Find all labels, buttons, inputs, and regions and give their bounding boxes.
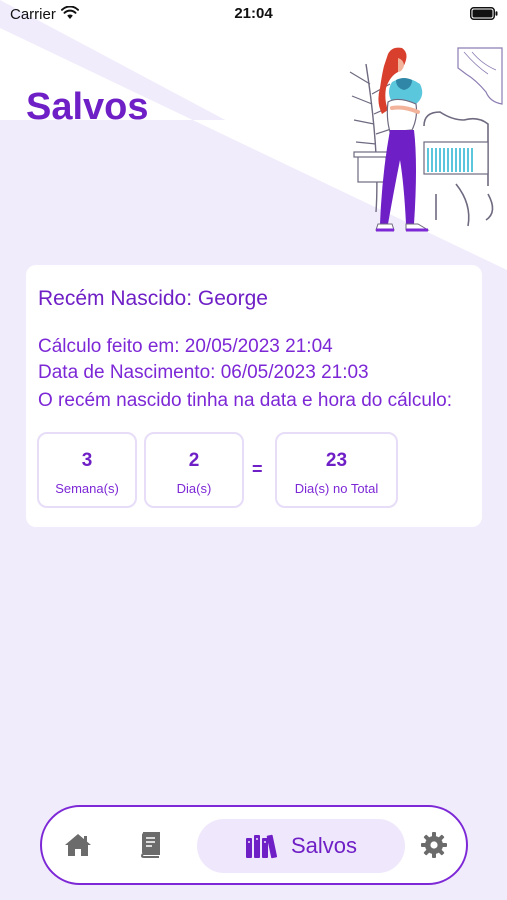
home-icon	[65, 834, 91, 856]
tab-saved[interactable]: Salvos	[197, 819, 405, 873]
tab-home[interactable]	[58, 807, 98, 883]
battery-icon	[470, 7, 498, 25]
total-days-stat: 23 Dia(s) no Total	[275, 432, 398, 508]
tab-bar: Salvos	[40, 805, 468, 885]
days-stat: 2 Dia(s)	[144, 432, 244, 508]
status-bar: Carrier 21:04	[0, 0, 507, 28]
status-time: 21:04	[234, 5, 273, 22]
age-summary-label: O recém nascido tinha na data e hora do …	[38, 390, 453, 411]
calculation-date: Cálculo feito em: 20/05/2023 21:04	[38, 336, 333, 357]
gear-icon	[421, 832, 447, 858]
tab-guide[interactable]	[130, 807, 170, 883]
saved-record-card[interactable]: Recém Nascido: George Cálculo feito em: …	[26, 265, 482, 527]
tab-saved-label: Salvos	[290, 833, 358, 858]
weeks-label: Semana(s)	[55, 481, 119, 496]
total-days-value: 23	[325, 450, 348, 471]
book-icon	[140, 832, 160, 858]
page-title: Salvos	[26, 86, 149, 128]
mother-baby-illustration	[349, 47, 503, 232]
tab-settings[interactable]	[414, 807, 454, 883]
newborn-name: Recém Nascido: George	[38, 287, 268, 310]
weeks-stat: 3 Semana(s)	[37, 432, 137, 508]
weeks-value: 3	[81, 450, 93, 471]
library-icon	[245, 834, 277, 859]
total-days-label: Dia(s) no Total	[294, 481, 379, 496]
days-label: Dia(s)	[176, 481, 212, 496]
days-value: 2	[188, 450, 200, 471]
birth-date: Data de Nascimento: 06/05/2023 21:03	[38, 362, 369, 383]
equals-sign: =	[252, 459, 263, 479]
